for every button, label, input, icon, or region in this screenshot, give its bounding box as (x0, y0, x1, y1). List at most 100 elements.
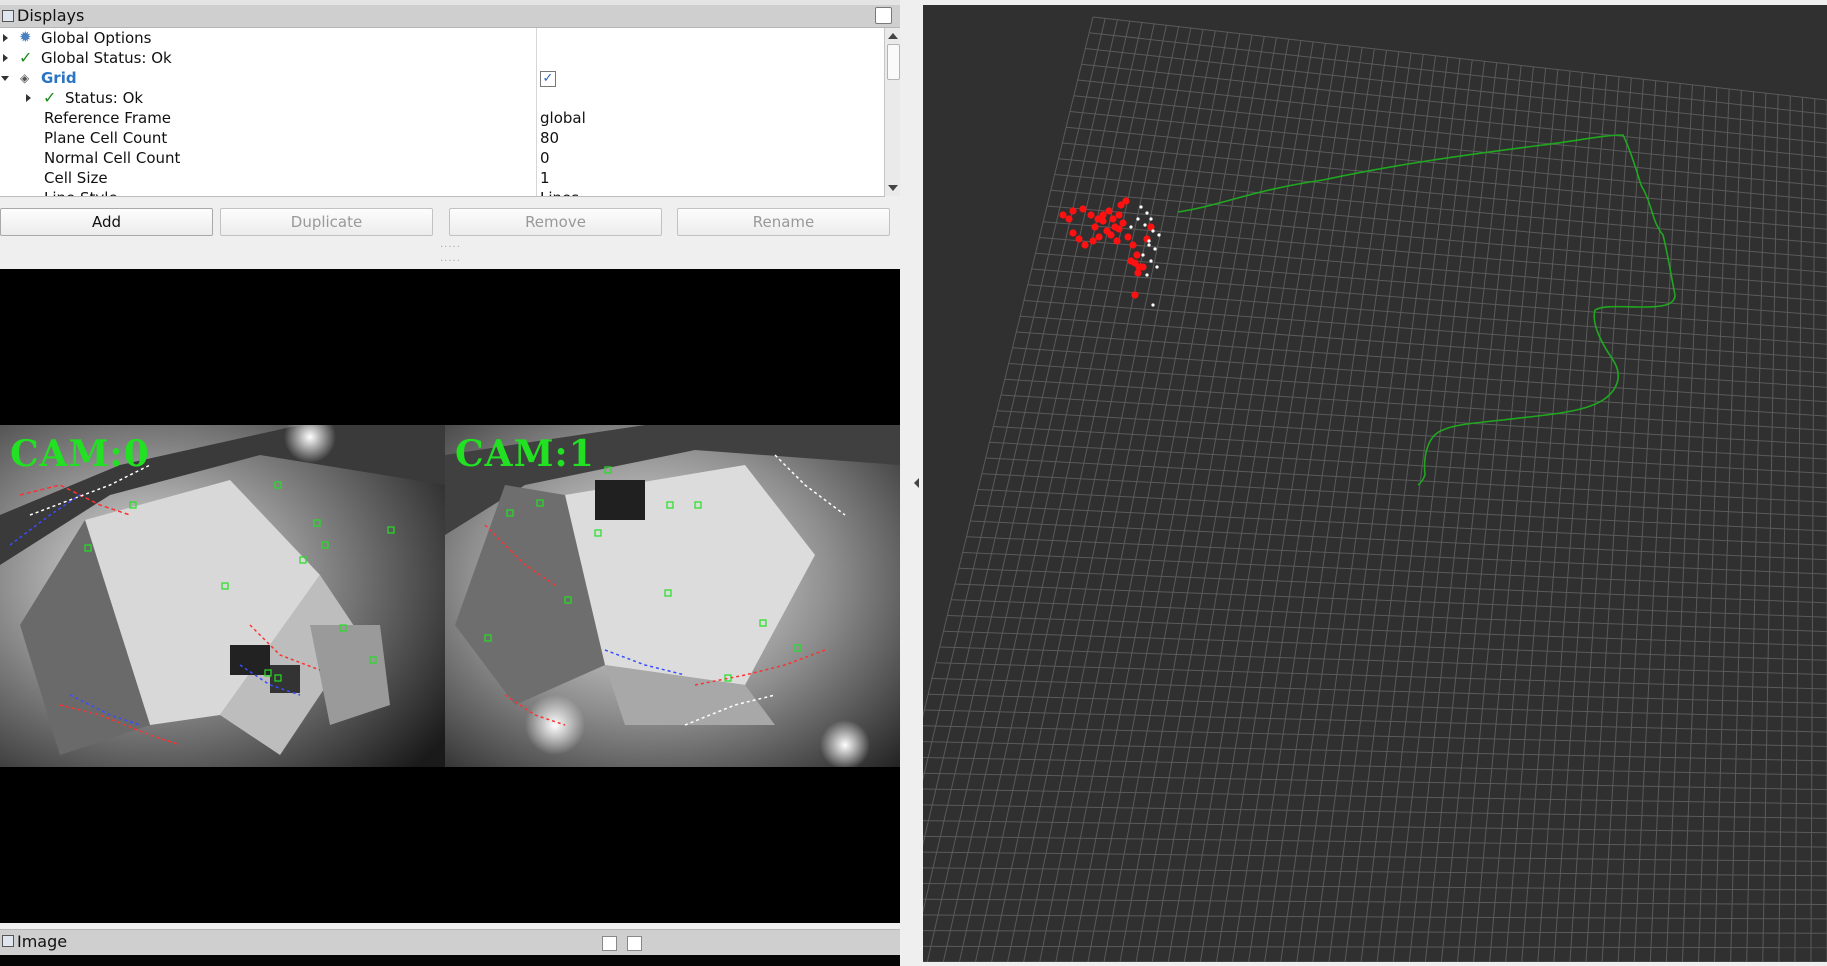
add-button[interactable]: Add (0, 208, 213, 236)
3d-render-viewport[interactable] (923, 5, 1827, 962)
camera-image-1: CAM:1 (445, 425, 900, 767)
bottom-strip (0, 955, 900, 966)
camera-1-label: CAM:1 (455, 433, 595, 475)
tree-label: Status: Ok (65, 89, 144, 107)
tree-label: Grid (41, 69, 77, 87)
displays-panel-title: Displays (17, 6, 85, 25)
camera-0-label: CAM:0 (10, 433, 150, 475)
landmark-point (1119, 219, 1127, 227)
tree-row-plane-cell-count[interactable]: Plane Cell Count 80 (0, 128, 885, 148)
current-point (1139, 205, 1143, 209)
landmark-point (1127, 257, 1135, 265)
landmark-point (1124, 233, 1132, 241)
property-label: Plane Cell Count (44, 129, 168, 147)
current-point (1147, 243, 1151, 247)
collapse-arrow-icon[interactable] (1, 76, 9, 81)
property-value[interactable]: 0 (540, 149, 550, 167)
current-point (1147, 239, 1151, 243)
property-value[interactable]: 1 (540, 169, 550, 187)
landmark-point (1079, 205, 1087, 213)
displays-button-bar: Add Duplicate Remove Rename (0, 208, 900, 236)
scroll-thumb[interactable] (887, 44, 900, 80)
ground-grid (923, 16, 1827, 962)
camera-image-0: CAM:0 (0, 425, 445, 767)
current-point (1145, 211, 1149, 215)
landmark-point (1075, 235, 1083, 243)
current-point (1151, 303, 1155, 307)
panel-icon (2, 935, 14, 947)
undock-button[interactable] (875, 7, 892, 24)
landmark-point (1133, 251, 1141, 259)
gear-icon: ✹ (19, 28, 32, 46)
remove-button[interactable]: Remove (449, 208, 662, 236)
landmark-point (1139, 263, 1147, 271)
expand-arrow-icon[interactable] (3, 34, 8, 42)
current-point (1157, 233, 1161, 237)
landmark-point (1099, 217, 1107, 225)
scroll-up-icon[interactable] (888, 33, 898, 39)
property-value[interactable]: global (540, 109, 586, 127)
image-panel-title: Image (17, 932, 68, 951)
grid-line (923, 16, 1094, 718)
current-point (1153, 247, 1157, 251)
current-point (1155, 265, 1159, 269)
grid-line (923, 883, 1827, 891)
landmark-point (1122, 197, 1130, 205)
landmark-point (1113, 237, 1121, 245)
landmark-point (1105, 207, 1113, 215)
current-point (1145, 273, 1149, 277)
tree-label: Global Options (41, 29, 152, 47)
property-value[interactable]: 80 (540, 129, 559, 147)
tree-row-grid-status[interactable]: ✓ Status: Ok (0, 88, 885, 108)
collapse-left-icon[interactable] (914, 478, 919, 488)
tree-row-reference-frame[interactable]: Reference Frame global (0, 108, 885, 128)
duplicate-button[interactable]: Duplicate (220, 208, 433, 236)
current-point (1136, 217, 1140, 221)
close-button[interactable] (627, 936, 642, 951)
tree-row-global-status[interactable]: ✓ Global Status: Ok (0, 48, 885, 68)
splitter-handle[interactable]: ····· (440, 242, 461, 253)
property-label: Cell Size (44, 169, 108, 187)
rename-button[interactable]: Rename (677, 208, 890, 236)
grid-line (923, 914, 1827, 920)
3d-scene[interactable] (923, 5, 1827, 962)
status-ok-icon: ✓ (43, 88, 57, 107)
grid-display-icon: ◈ (20, 71, 30, 85)
grid-line (923, 772, 1827, 791)
landmark-point (1107, 231, 1115, 239)
expand-arrow-icon[interactable] (3, 54, 8, 62)
expand-arrow-icon[interactable] (26, 94, 31, 102)
panel-splitter[interactable] (900, 0, 923, 966)
property-label: Line Style (44, 189, 118, 196)
image-panel-header: Image (0, 929, 900, 956)
grid-line (923, 756, 1827, 776)
camera-1-fisheye-image (445, 425, 900, 767)
property-value[interactable]: Lines (540, 189, 579, 196)
landmark-point (1059, 211, 1067, 219)
tree-row-global-options[interactable]: ✹ Global Options (0, 28, 885, 48)
grid-line (923, 788, 1827, 805)
image-view: CAM:0 CAM:1 (0, 269, 900, 923)
landmark-point (1115, 225, 1123, 233)
camera-0-fisheye-image (0, 425, 445, 767)
landmark-point (1115, 211, 1123, 219)
grid-line (923, 867, 1827, 877)
displays-tree[interactable]: ✹ Global Options ✓ Global Status: Ok ◈ G… (0, 28, 885, 197)
landmark-point (1069, 229, 1077, 237)
tree-scrollbar[interactable] (884, 28, 901, 196)
landmark-point (1131, 291, 1139, 299)
tree-row-normal-cell-count[interactable]: Normal Cell Count 0 (0, 148, 885, 168)
tree-row-line-style[interactable]: Line Style Lines (0, 188, 885, 196)
panel-icon (2, 10, 14, 22)
landmark-points (1059, 197, 1161, 307)
tree-row-grid[interactable]: ◈ Grid ✓ (0, 68, 885, 88)
tree-row-cell-size[interactable]: Cell Size 1 (0, 168, 885, 188)
scroll-down-icon[interactable] (888, 185, 898, 191)
property-label: Normal Cell Count (44, 149, 181, 167)
current-point (1129, 225, 1133, 229)
grid-enabled-checkbox[interactable]: ✓ (540, 71, 556, 87)
splitter-handle[interactable]: ····· (440, 256, 461, 267)
current-point (1151, 229, 1155, 233)
undock-button[interactable] (602, 936, 617, 951)
current-point (1149, 217, 1153, 221)
